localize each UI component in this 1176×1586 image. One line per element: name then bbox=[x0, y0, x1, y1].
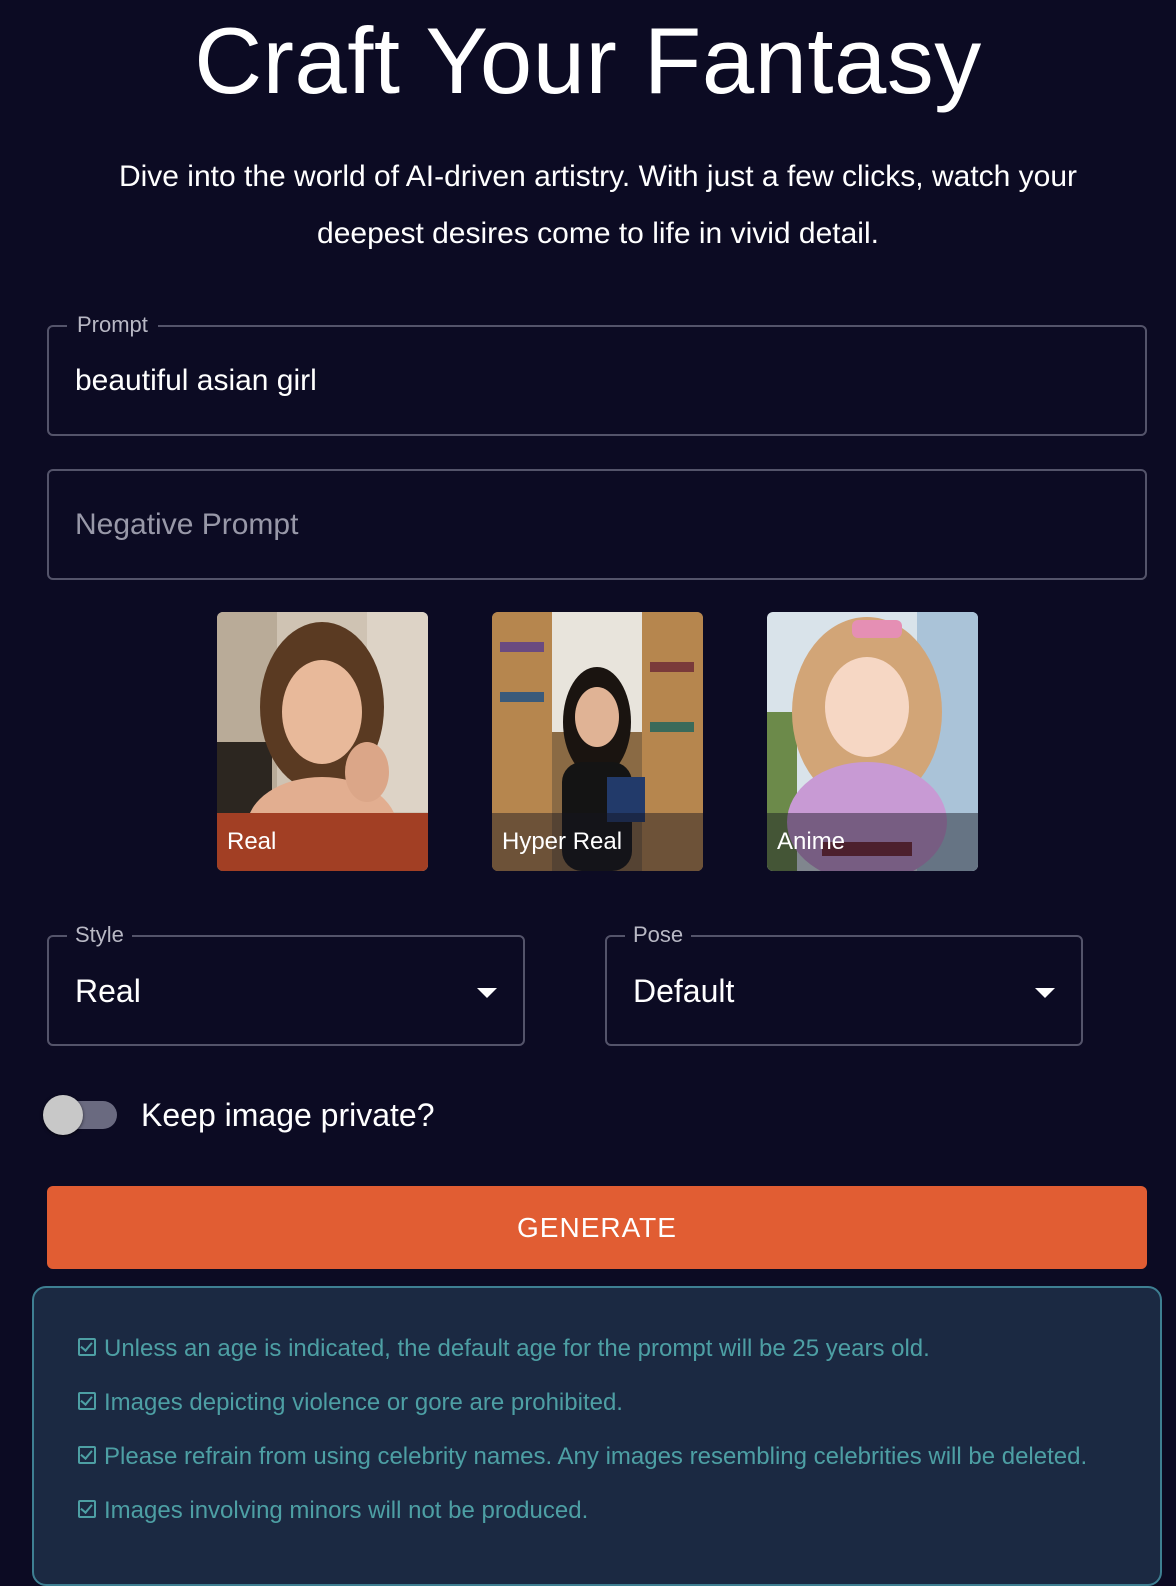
pose-select-value: Default bbox=[633, 973, 735, 1009]
prompt-label: Prompt bbox=[67, 311, 158, 339]
style-select-value: Real bbox=[75, 973, 141, 1009]
style-select-label: Style bbox=[67, 921, 132, 949]
chevron-down-icon bbox=[477, 988, 497, 998]
checkbox-icon bbox=[78, 1446, 96, 1464]
notice-item: Unless an age is indicated, the default … bbox=[78, 1334, 930, 1364]
checkbox-icon bbox=[78, 1392, 96, 1410]
notice-text: Unless an age is indicated, the default … bbox=[104, 1335, 930, 1362]
subtitle-line-2: deepest desires come to life in vivid de… bbox=[317, 217, 879, 250]
notice-text: Images depicting violence or gore are pr… bbox=[104, 1389, 623, 1416]
style-card-real[interactable]: Real bbox=[217, 612, 428, 871]
checkbox-icon bbox=[78, 1500, 96, 1518]
pose-select[interactable]: Pose Default bbox=[605, 921, 1083, 1046]
notice-text: Please refrain from using celebrity name… bbox=[104, 1443, 1088, 1470]
prompt-input[interactable] bbox=[75, 363, 1115, 399]
checkbox-icon bbox=[78, 1338, 96, 1356]
style-card-label: Hyper Real bbox=[492, 813, 703, 871]
style-card-anime[interactable]: Anime bbox=[767, 612, 978, 871]
style-card-label: Real bbox=[217, 813, 428, 871]
private-toggle-label: Keep image private? bbox=[141, 1097, 435, 1133]
private-toggle-thumb[interactable] bbox=[43, 1095, 83, 1135]
notice-item: Images involving minors will not be prod… bbox=[78, 1496, 588, 1526]
guidelines-notice: Unless an age is indicated, the default … bbox=[32, 1286, 1162, 1586]
notice-item: Images depicting violence or gore are pr… bbox=[78, 1388, 623, 1418]
style-card-hyper-real[interactable]: Hyper Real bbox=[492, 612, 703, 871]
negative-prompt-input[interactable] bbox=[75, 507, 1115, 543]
generate-button[interactable]: GENERATE bbox=[47, 1186, 1147, 1269]
negative-prompt-field[interactable] bbox=[47, 469, 1147, 580]
style-card-label: Anime bbox=[767, 813, 978, 871]
pose-select-label: Pose bbox=[625, 921, 692, 949]
page-subtitle: Dive into the world of AI-driven artistr… bbox=[60, 148, 1136, 262]
subtitle-line-1: Dive into the world of AI-driven artistr… bbox=[118, 160, 1078, 193]
chevron-down-icon bbox=[1035, 988, 1055, 998]
prompt-field[interactable]: Prompt bbox=[47, 311, 1147, 436]
notice-item: Please refrain from using celebrity name… bbox=[78, 1442, 1087, 1472]
page-title: Craft Your Fantasy bbox=[194, 8, 982, 113]
style-select[interactable]: Style Real bbox=[47, 921, 525, 1046]
notice-text: Images involving minors will not be prod… bbox=[104, 1497, 589, 1524]
